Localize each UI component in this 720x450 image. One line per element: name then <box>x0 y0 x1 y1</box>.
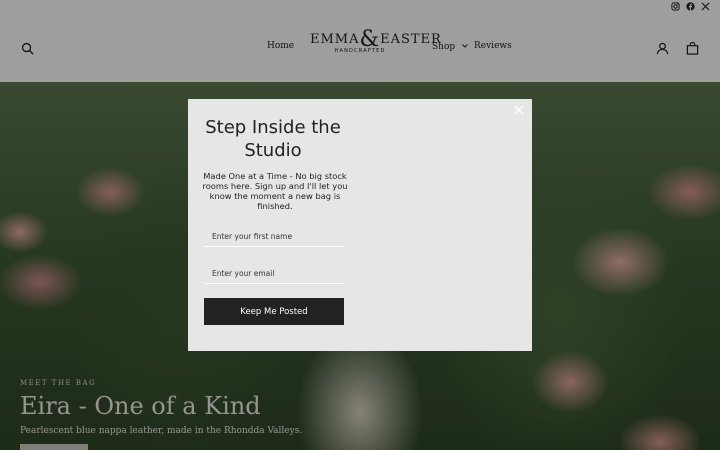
newsletter-modal: × Step Inside the Studio Made One at a T… <box>188 99 532 351</box>
first-name-field[interactable] <box>204 227 344 247</box>
modal-description: Made One at a Time - No big stock rooms … <box>202 171 348 211</box>
keep-me-posted-button[interactable]: Keep Me Posted <box>204 298 344 325</box>
close-icon[interactable]: × <box>512 102 526 118</box>
email-field[interactable] <box>204 264 344 284</box>
modal-title: Step Inside the Studio <box>205 117 341 161</box>
